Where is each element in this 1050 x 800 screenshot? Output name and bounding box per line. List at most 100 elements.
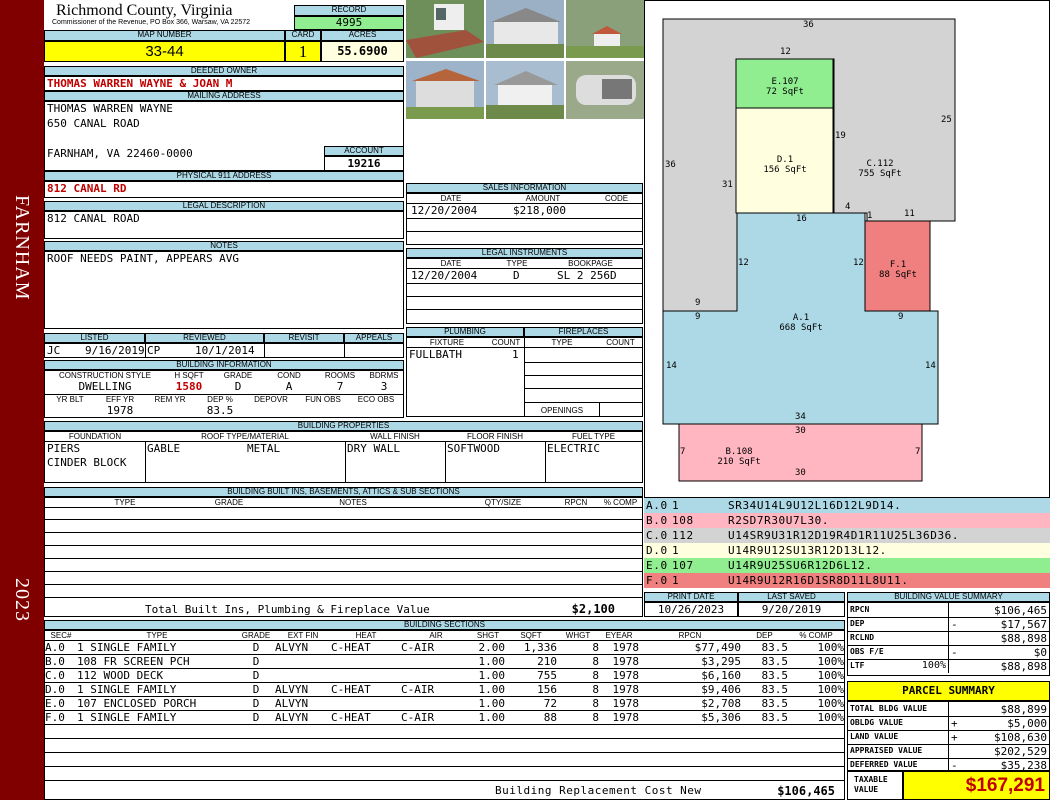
summary-label: DEFERRED VALUE xyxy=(850,760,918,769)
section-cell: 83.5 xyxy=(761,669,789,682)
section-cell: 8 xyxy=(592,697,599,710)
physical-address-box: 812 CANAL RD xyxy=(44,181,404,198)
section-cell: 100% xyxy=(817,711,845,724)
record-number: 4995 xyxy=(294,16,404,30)
openings-label: OPENINGS xyxy=(540,406,584,415)
dim-label: 12 xyxy=(780,47,791,57)
mailing-line-1: THOMAS WARREN WAYNE xyxy=(47,102,173,115)
vector-n: 1 xyxy=(672,544,680,557)
dim-label: 9 xyxy=(695,298,701,308)
yrblt-label: YR BLT xyxy=(56,395,84,404)
section-cell: 8 xyxy=(592,711,599,724)
legal-description-label: LEGAL DESCRIPTION xyxy=(44,201,404,211)
built-ins-table: TYPE GRADE NOTES QTY/SIZE RPCN % COMP To… xyxy=(44,497,643,617)
bi-grade-header: GRADE xyxy=(214,498,244,507)
acres-value: 55.6900 xyxy=(321,41,404,62)
section-header: RPCN xyxy=(678,631,702,640)
section-cell: $5,306 xyxy=(701,711,741,724)
section-header: EYEAR xyxy=(605,631,633,640)
vector-n: 107 xyxy=(672,559,694,572)
district-name: FARNHAM xyxy=(11,195,33,301)
summary-value: $202,529 xyxy=(994,745,1047,758)
legal-instruments-label: LEGAL INSTRUMENTS xyxy=(406,248,643,258)
summary-label: RCLND xyxy=(850,633,875,642)
section-cell: 1.00 xyxy=(478,683,506,696)
commissioner-address: Commissioner of the Revenue, PO Box 366,… xyxy=(52,19,251,26)
section-cell: 1.00 xyxy=(478,711,506,724)
summary-sign: + xyxy=(951,717,958,730)
vector-v: U14R9U12R16D1SR8D11L8U11. xyxy=(728,574,909,587)
hsqft-label: H SQFT xyxy=(174,371,204,380)
effective-year: 1978 xyxy=(106,404,134,417)
section-cell: 156 xyxy=(537,683,557,696)
grade-value: D xyxy=(234,380,242,393)
vector-v: U14SR9U31R12D19R4D1R11U25L36D36. xyxy=(728,529,960,542)
section-cell: 1.00 xyxy=(478,697,506,710)
sketch-label-e107: E.107 72 SqFt xyxy=(766,77,804,97)
bi-qty-header: QTY/SIZE xyxy=(484,498,522,507)
summary-label: APPRAISED VALUE xyxy=(850,746,923,755)
fireplace-type-header: TYPE xyxy=(551,338,573,347)
vector-v: U14R9U12SU13R12D13L12. xyxy=(728,544,887,557)
dim-label: 14 xyxy=(666,361,677,371)
mailbox-photo[interactable] xyxy=(566,61,644,119)
last-saved: 9/20/2019 xyxy=(738,602,845,617)
summary-value: $88,898 xyxy=(1000,632,1047,645)
building-value-summary: RPCN $106,465 DEP - $17,567 RCLND $88,898 OBS F… xyxy=(847,602,1050,676)
section-cell: F.0 xyxy=(45,711,65,724)
sales-table: DATE AMOUNT CODE 12/20/2004 $218,000 xyxy=(406,193,643,245)
house-photo-1[interactable] xyxy=(406,0,484,58)
section-cell: B.0 xyxy=(45,655,65,668)
instr-bookpage: SL 2 256D xyxy=(557,269,617,282)
cond-value: A xyxy=(285,380,293,393)
dim-label: 19 xyxy=(835,131,846,141)
depovr-label: DEPOVR xyxy=(254,395,288,404)
bdrms-label: BDRMS xyxy=(369,371,399,380)
house-photo-4[interactable] xyxy=(406,61,484,119)
summary-label: OBS F/E xyxy=(850,647,884,656)
dim-label: 9 xyxy=(898,312,904,322)
summary-value: $106,465 xyxy=(994,604,1047,617)
remyr-label: REM YR xyxy=(154,395,186,404)
house-photo-2[interactable] xyxy=(486,0,564,58)
vector-v: SR34U14L9U12L16D12L9D14. xyxy=(728,499,902,512)
house-photo-5[interactable] xyxy=(486,61,564,119)
built-ins-total-value: $2,100 xyxy=(571,602,615,616)
county-title: Richmond County, Virginia xyxy=(56,2,233,19)
sketch-label-a1: A.1 668 SqFt xyxy=(779,313,823,333)
section-cell: 1 SINGLE FAMILY xyxy=(77,683,177,696)
mailing-line-2: 650 CANAL ROAD xyxy=(47,117,140,130)
section-header: AIR xyxy=(429,631,443,640)
sales-date-header: DATE xyxy=(440,194,462,203)
replacement-cost-label: Building Replacement Cost New xyxy=(495,784,702,797)
district-sidebar: FARNHAM 2023 xyxy=(0,0,44,800)
section-header: SHGT xyxy=(476,631,500,640)
house-photo-3[interactable] xyxy=(566,0,644,58)
reviewed-date: 10/1/2014 xyxy=(195,344,255,357)
vector-id: E.0 xyxy=(646,559,668,572)
section-cell: 1,336 xyxy=(523,641,557,654)
rooms-label: ROOMS xyxy=(324,371,356,380)
vector-n: 108 xyxy=(672,514,694,527)
summary-label: DEP xyxy=(850,619,865,628)
section-cell: 755 xyxy=(537,669,557,682)
section-cell: 1978 xyxy=(612,683,640,696)
built-ins-total-label: Total Built Ins, Plumbing & Fireplace Va… xyxy=(145,603,430,616)
vector-id: F.0 xyxy=(646,574,668,587)
summary-value: $35,238 xyxy=(1000,759,1047,771)
summary-value: $5,000 xyxy=(1007,717,1047,730)
plumbing-count-header: COUNT xyxy=(491,338,521,347)
listed-label: LISTED xyxy=(44,333,145,343)
section-cell: C-AIR xyxy=(401,711,435,724)
summary-value: $0 xyxy=(1033,646,1047,659)
dim-label: 36 xyxy=(803,20,814,30)
map-number: 33-44 xyxy=(44,41,285,62)
notes-box: ROOF NEEDS PAINT, APPEARS AVG xyxy=(44,251,404,329)
listing-row: JC 9/16/2019 CP 10/1/2014 xyxy=(44,343,404,358)
section-cell: D xyxy=(252,711,260,724)
legal-instruments-table: DATE TYPE BOOKPAGE 12/20/2004 D SL 2 256… xyxy=(406,258,643,324)
dim-label: 14 xyxy=(925,361,936,371)
section-cell: 8 xyxy=(592,669,599,682)
floor-header: FLOOR FINISH xyxy=(466,432,523,441)
section-cell: 1.00 xyxy=(478,669,506,682)
